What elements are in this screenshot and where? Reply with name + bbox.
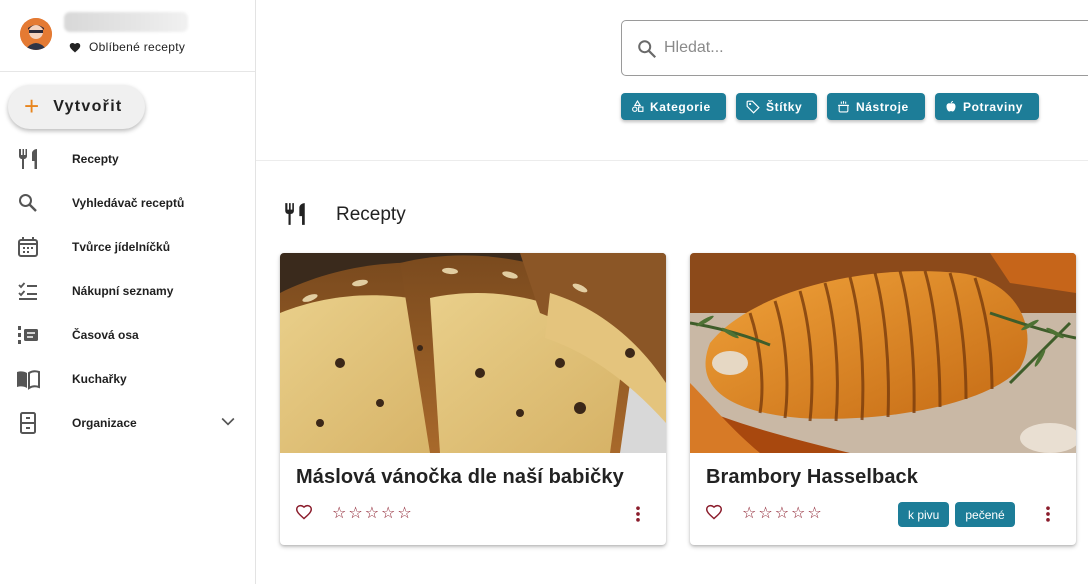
sidebar-item-timeline[interactable]: Časová osa [0,313,255,357]
filter-categories-button[interactable]: Kategorie [621,93,726,120]
sidebar-item-meal-planner[interactable]: Tvůrce jídelníčků [0,225,255,269]
calendar-icon [18,237,38,257]
fork-knife-icon [285,203,305,225]
sidebar-nav: Recepty Vyhledávač receptů Tvůrce jídeln… [0,137,255,445]
shapes-icon [632,100,644,112]
search-icon [19,194,37,212]
sidebar-item-label: Tvůrce jídelníčků [72,240,171,254]
avatar[interactable] [20,18,52,50]
sidebar-item-label: Nákupní seznamy [72,284,174,298]
sidebar-item-shopping-lists[interactable]: Nákupní seznamy [0,269,255,313]
user-panel: Oblíbené recepty [0,0,255,72]
sidebar-item-label: Recepty [72,152,119,166]
recipe-tags: k pivu pečené [898,502,1015,527]
sidebar-item-label: Kuchařky [72,372,127,386]
heart-outline-icon[interactable] [705,504,723,520]
search-icon [638,40,657,59]
pot-icon [838,101,849,113]
username-blurred [64,12,188,32]
tag-chip[interactable]: k pivu [898,502,950,527]
timeline-icon [18,326,38,344]
sidebar-item-label: Vyhledávač receptů [72,196,185,210]
sidebar-item-label: Časová osa [72,328,139,342]
more-vert-icon[interactable] [1038,504,1058,524]
recipe-card[interactable]: Brambory Hasselback ☆☆☆☆☆ k pivu pečené [690,253,1076,545]
sidebar-item-organization[interactable]: Organizace [0,401,255,445]
search-box[interactable] [621,20,1088,76]
heart-outline-icon[interactable] [295,504,313,520]
recipe-title[interactable]: Máslová vánočka dle naší babičky [296,466,624,489]
filter-label: Štítky [766,99,803,114]
tag-icon [746,100,760,114]
apple-icon [946,101,956,112]
sidebar: Oblíbené recepty + Vytvořit Recepty Vyhl… [0,0,256,584]
fork-knife-icon [19,149,37,169]
checklist-icon [18,282,37,300]
filter-tools-button[interactable]: Nástroje [827,93,925,120]
recipe-image[interactable] [690,253,1076,453]
cabinet-icon [20,412,36,434]
search-input[interactable] [664,35,1064,61]
star-rating[interactable]: ☆☆☆☆☆ [742,503,824,523]
create-label: Vytvořit [53,98,123,115]
recipe-image[interactable] [280,253,666,453]
filter-label: Nástroje [856,99,909,114]
sidebar-item-recipe-finder[interactable]: Vyhledávač receptů [0,181,255,225]
sidebar-item-label: Organizace [72,416,137,430]
tag-chip[interactable]: pečené [955,502,1015,527]
favorites-label: Oblíbené recepty [89,40,186,54]
recipe-card[interactable]: Máslová vánočka dle naší babičky ☆☆☆☆☆ [280,253,666,545]
plus-icon: + [24,91,40,121]
sidebar-item-recipes[interactable]: Recepty [0,137,255,181]
section-title: Recepty [336,204,406,225]
heart-icon [69,42,81,52]
filter-label: Potraviny [963,99,1024,114]
top-bar: Kategorie Štítky Nástroje Potraviny [256,0,1088,161]
more-vert-icon[interactable] [628,504,648,524]
filter-label: Kategorie [650,99,711,114]
filter-chips: Kategorie Štítky Nástroje Potraviny [621,93,1039,120]
star-rating[interactable]: ☆☆☆☆☆ [332,503,414,523]
favorites-link[interactable]: Oblíbené recepty [69,40,185,54]
filter-foods-button[interactable]: Potraviny [935,93,1039,120]
sidebar-item-cookbooks[interactable]: Kuchařky [0,357,255,401]
chevron-down-icon[interactable] [218,411,238,431]
filter-tags-button[interactable]: Štítky [736,93,817,120]
create-button[interactable]: + Vytvořit [8,85,145,129]
recipe-title[interactable]: Brambory Hasselback [706,466,918,489]
book-icon [17,370,40,390]
